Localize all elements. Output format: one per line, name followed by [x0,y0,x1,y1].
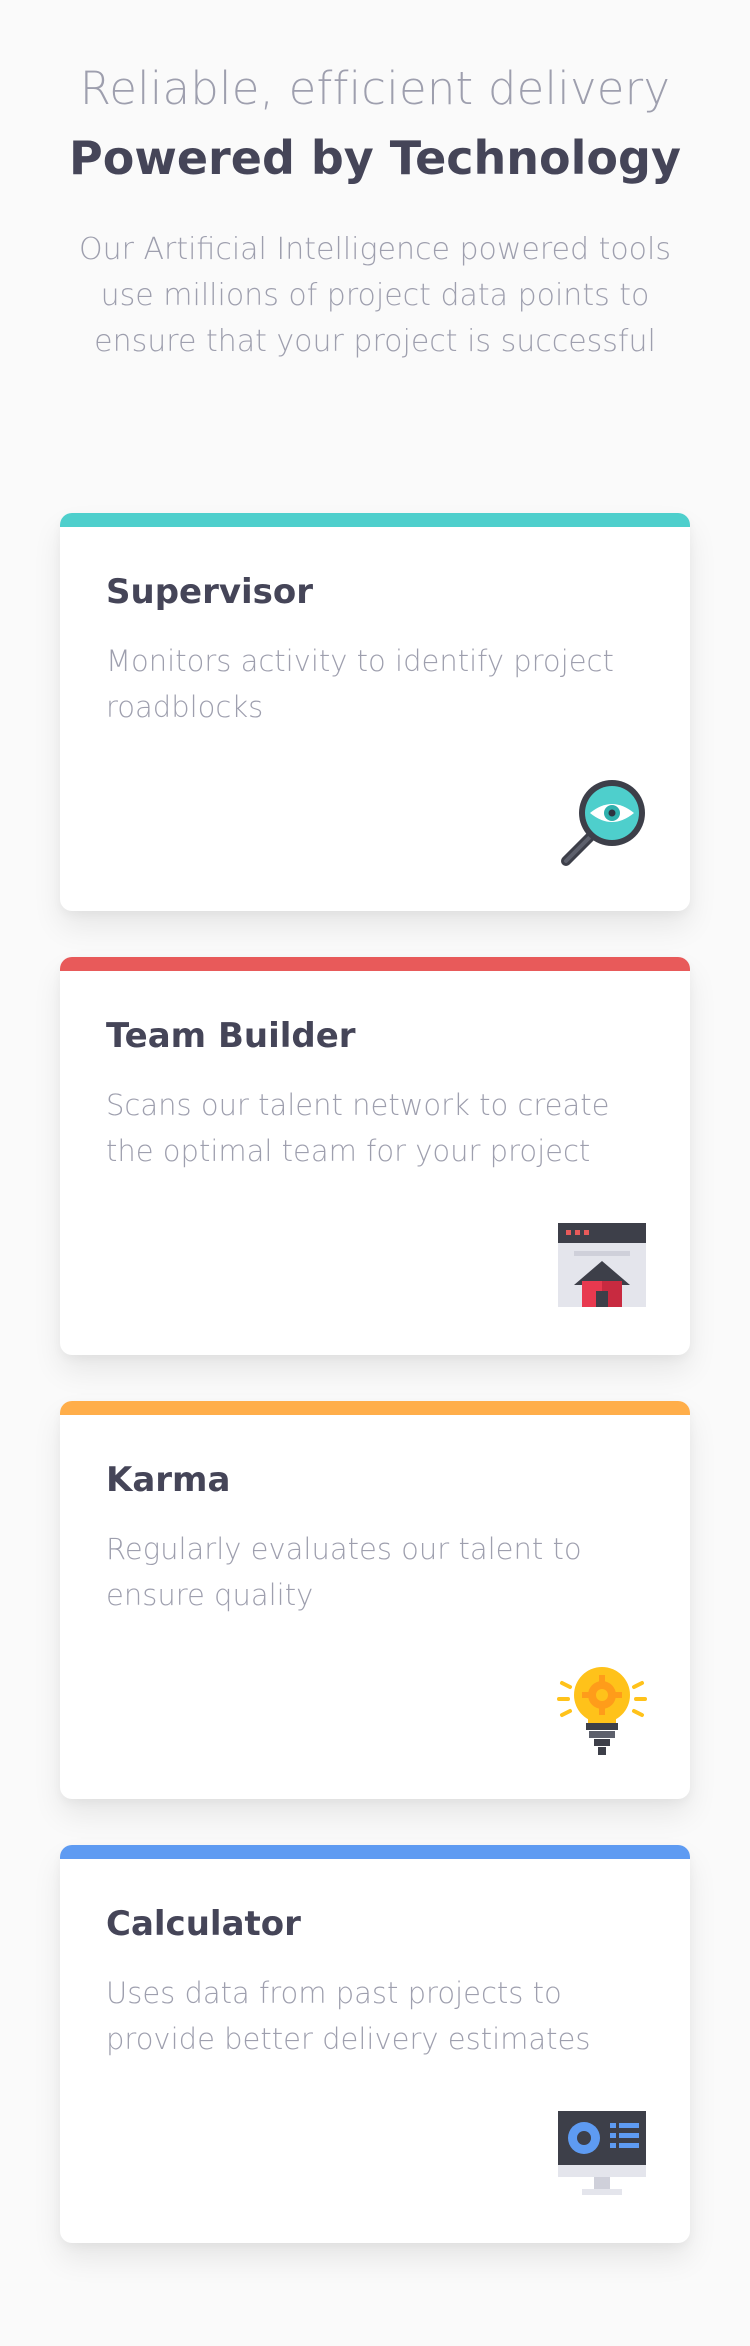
hero-tagline: Reliable, efficient delivery [79,62,671,115]
card-title: Team Builder [106,1016,356,1056]
card-accent-bar [60,513,690,527]
lightbulb-gear-icon [556,1665,648,1757]
card-description: Monitors activity to identify project ro… [106,644,614,724]
card-karma: Karma Regularly evaluates our talent to … [60,1401,690,1799]
monitor-dashboard-icon [556,2109,648,2201]
card-title: Karma [106,1460,231,1500]
card-description: Regularly evaluates our talent to ensure… [106,1532,582,1612]
card-supervisor: Supervisor Monitors activity to identify… [60,513,690,911]
browser-house-icon [556,1221,648,1313]
card-title: Supervisor [106,572,314,612]
hero-title: Powered by Technology [69,131,681,185]
card-accent-bar [60,1845,690,1859]
card-team-builder: Team Builder Scans our talent network to… [60,957,690,1355]
card-accent-bar [60,957,690,971]
card-accent-bar [60,1401,690,1415]
card-description: Scans our talent network to create the o… [106,1088,610,1168]
card-title: Calculator [106,1904,301,1944]
magnifier-eye-icon [556,777,648,869]
hero-intro: Our Artificial Intelligence powered tool… [78,232,672,359]
card-calculator: Calculator Uses data from past projects … [60,1845,690,2243]
card-description: Uses data from past projects to provide … [106,1976,591,2056]
